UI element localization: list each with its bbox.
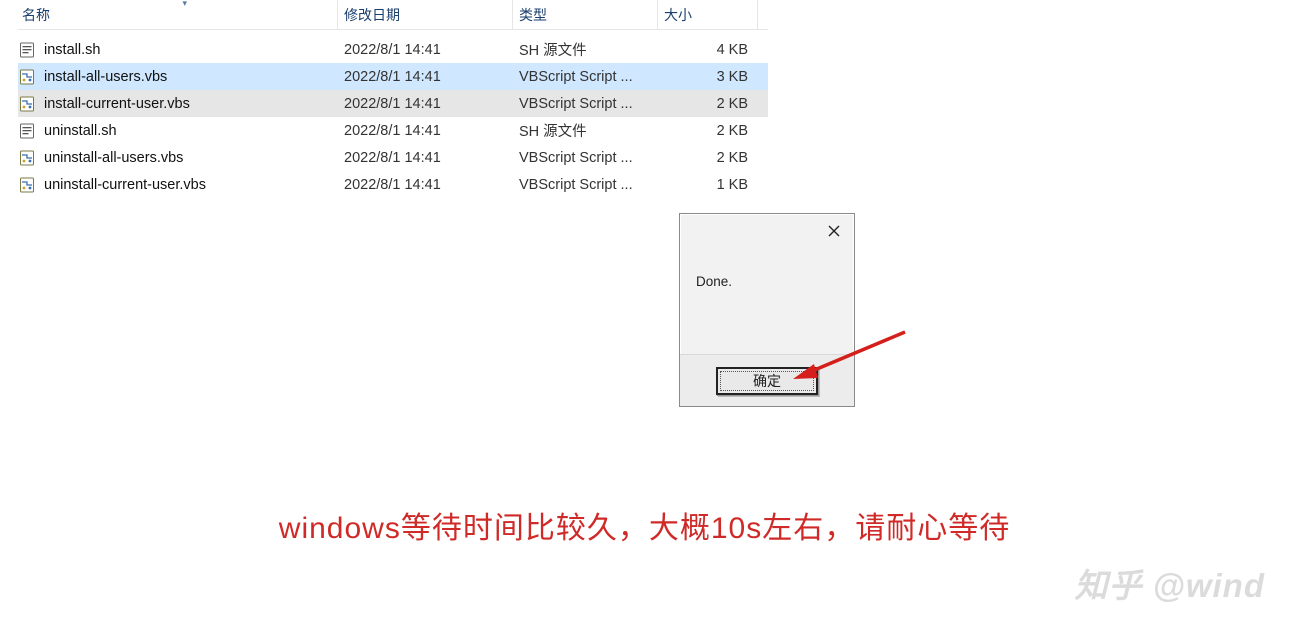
sort-indicator-icon: ▾	[182, 0, 187, 9]
file-type: VBScript Script ...	[513, 177, 658, 193]
sh-file-icon	[18, 122, 36, 140]
file-size: 4 KB	[658, 42, 758, 58]
column-header-name[interactable]: 名称 ▾	[18, 0, 338, 29]
dialog-footer: 确定	[680, 354, 854, 406]
dialog-body: Done.	[680, 250, 854, 289]
file-size: 2 KB	[658, 96, 758, 112]
file-type: SH 源文件	[513, 120, 658, 141]
sh-file-icon	[18, 41, 36, 59]
watermark: 知乎 @wind	[1075, 559, 1266, 607]
file-row[interactable]: uninstall-all-users.vbs 2022/8/1 14:41 V…	[18, 144, 768, 171]
file-type: VBScript Script ...	[513, 96, 658, 112]
column-header-type[interactable]: 类型	[513, 0, 658, 29]
column-header-date-label: 修改日期	[344, 5, 400, 25]
file-name: install-all-users.vbs	[44, 69, 167, 85]
file-row[interactable]: install.sh 2022/8/1 14:41 SH 源文件 4 KB	[18, 36, 768, 63]
file-name: install-current-user.vbs	[44, 96, 190, 112]
file-date: 2022/8/1 14:41	[338, 123, 513, 139]
file-row[interactable]: uninstall.sh 2022/8/1 14:41 SH 源文件 2 KB	[18, 117, 768, 144]
vbs-file-icon	[18, 176, 36, 194]
file-date: 2022/8/1 14:41	[338, 177, 513, 193]
file-date: 2022/8/1 14:41	[338, 42, 513, 58]
file-row[interactable]: install-all-users.vbs 2022/8/1 14:41 VBS…	[18, 63, 768, 90]
ok-button-label: 确定	[753, 371, 781, 391]
file-type: VBScript Script ...	[513, 69, 658, 85]
vbs-file-icon	[18, 68, 36, 86]
file-type: SH 源文件	[513, 39, 658, 60]
file-date: 2022/8/1 14:41	[338, 69, 513, 85]
file-list: 名称 ▾ 修改日期 类型 大小 install.sh 2022/8/1 14:4…	[18, 0, 768, 198]
annotation-caption: windows等待时间比较久，大概10s左右，请耐心等待	[0, 503, 1289, 547]
close-icon	[828, 224, 840, 240]
file-size: 2 KB	[658, 123, 758, 139]
file-name: uninstall-current-user.vbs	[44, 177, 206, 193]
message-dialog: Done. 确定	[679, 213, 855, 407]
file-type: VBScript Script ...	[513, 150, 658, 166]
close-button[interactable]	[820, 218, 848, 246]
file-date: 2022/8/1 14:41	[338, 96, 513, 112]
column-header-size-label: 大小	[664, 5, 692, 25]
file-row[interactable]: uninstall-current-user.vbs 2022/8/1 14:4…	[18, 171, 768, 198]
vbs-file-icon	[18, 95, 36, 113]
dialog-titlebar	[680, 214, 854, 250]
column-header-type-label: 类型	[519, 5, 547, 25]
file-name: install.sh	[44, 42, 100, 58]
column-header-name-label: 名称	[22, 5, 50, 25]
file-rows: install.sh 2022/8/1 14:41 SH 源文件 4 KB in…	[18, 36, 768, 198]
dialog-message: Done.	[696, 274, 732, 289]
file-size: 3 KB	[658, 69, 758, 85]
file-size: 1 KB	[658, 177, 758, 193]
file-date: 2022/8/1 14:41	[338, 150, 513, 166]
vbs-file-icon	[18, 149, 36, 167]
column-header-size[interactable]: 大小	[658, 0, 758, 29]
ok-button[interactable]: 确定	[716, 367, 818, 395]
file-row[interactable]: install-current-user.vbs 2022/8/1 14:41 …	[18, 90, 768, 117]
file-size: 2 KB	[658, 150, 758, 166]
file-name: uninstall-all-users.vbs	[44, 150, 183, 166]
column-header-row: 名称 ▾ 修改日期 类型 大小	[18, 0, 768, 30]
column-header-date[interactable]: 修改日期	[338, 0, 513, 29]
file-name: uninstall.sh	[44, 123, 117, 139]
